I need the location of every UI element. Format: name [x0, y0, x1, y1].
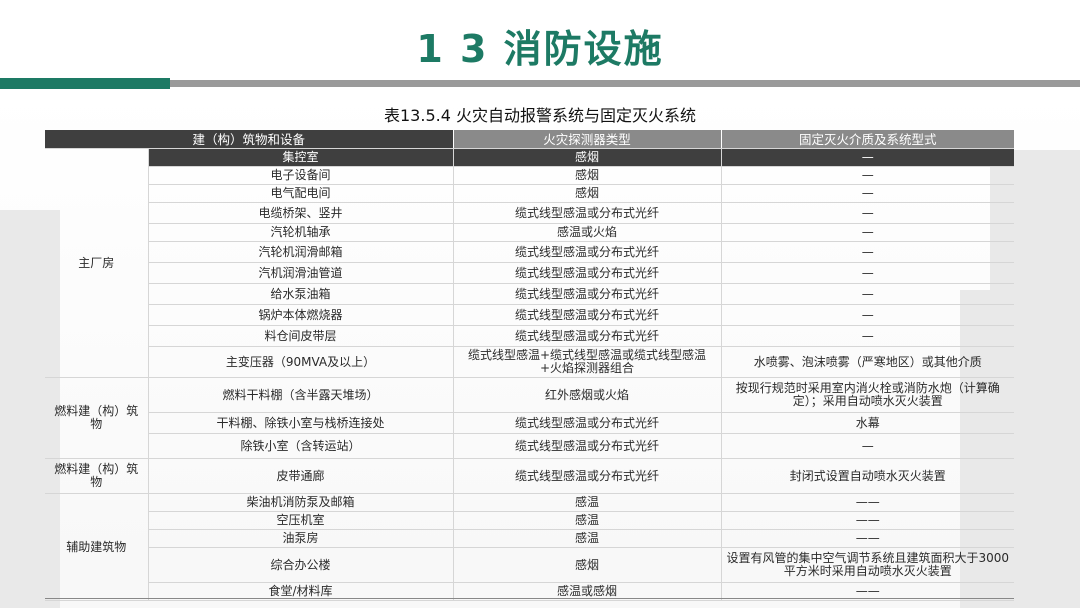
- cell-detector: 感烟: [452, 547, 722, 583]
- table-row: 给水泵油箱 缆式线型感温或分布式光纤 —: [45, 283, 1015, 305]
- cell-extinguishing: —: [720, 166, 1015, 185]
- cell-detector: 缆式线型感温或分布式光纤: [452, 283, 722, 305]
- table-row: 除铁小室（含转运站） 缆式线型感温或分布式光纤 —: [45, 433, 1015, 459]
- cell-extinguishing: —: [720, 184, 1015, 203]
- cell-detector: 缆式线型感温+缆式线型感温或缆式线型感温+火焰探测器组合: [452, 346, 722, 378]
- cell-detector: 缆式线型感温或分布式光纤: [452, 458, 722, 494]
- table-row: 干料棚、除铁小室与栈桥连接处 缆式线型感温或分布式光纤 水幕: [45, 412, 1015, 434]
- table-row: 主厂房 集控室 感烟 —: [45, 148, 1015, 378]
- cell-extinguishing: 按现行规范时采用室内消火栓或消防水炮（计算确定）；采用自动喷水灭火装置: [720, 377, 1015, 413]
- cell-detector: 感烟: [452, 148, 722, 167]
- cell-building: 柴油机消防泵及邮箱: [148, 493, 454, 512]
- table-row: 空压机室 感温 ——: [45, 511, 1015, 530]
- title-divider-bar: [170, 80, 1080, 87]
- cell-building: 电缆桥架、竖井: [148, 202, 454, 224]
- cell-building: 除铁小室（含转运站）: [148, 433, 454, 459]
- cell-building: 锅炉本体燃烧器: [148, 304, 454, 326]
- group-label: 主厂房: [45, 148, 149, 378]
- header-building: 建（构）筑物和设备: [45, 130, 454, 149]
- cell-detector: 感温: [452, 511, 722, 530]
- cell-detector: 感温或火焰: [452, 223, 722, 242]
- group-label: 辅助建筑物: [45, 493, 149, 601]
- table-row: 主变压器（90MVA及以上） 缆式线型感温+缆式线型感温或缆式线型感温+火焰探测…: [45, 346, 1015, 378]
- cell-building: 燃料干料棚（含半露天堆场）: [148, 377, 454, 413]
- cell-extinguishing: ——: [720, 493, 1015, 512]
- table-row: 燃料建（构）筑物 燃料干料棚（含半露天堆场） 红外感烟或火焰 按现行规范时采用室…: [45, 377, 1015, 459]
- cell-extinguishing: —: [720, 325, 1015, 347]
- cell-extinguishing: —: [720, 148, 1015, 167]
- table-row: 汽轮机轴承 感温或火焰 —: [45, 223, 1015, 242]
- cell-extinguishing: 水幕: [720, 412, 1015, 434]
- table-row: 辅助建筑物 柴油机消防泵及邮箱 感温 ——: [45, 493, 1015, 601]
- group-label: 燃料建（构）筑物: [45, 458, 149, 494]
- cell-detector: 缆式线型感温或分布式光纤: [452, 262, 722, 284]
- fire-protection-table: 建（构）筑物和设备 火灾探测器类型 固定灭火介质及系统型式 主厂房 集控室 感烟…: [45, 130, 1015, 601]
- cell-extinguishing: 设置有风管的集中空气调节系统且建筑面积大于3000平方米时采用自动喷水灭火装置: [720, 547, 1015, 583]
- table-row: 综合办公楼 感烟 设置有风管的集中空气调节系统且建筑面积大于3000平方米时采用…: [45, 547, 1015, 583]
- cell-detector: 缆式线型感温或分布式光纤: [452, 241, 722, 263]
- cell-building: 汽机润滑油管道: [148, 262, 454, 284]
- table-row: 汽机润滑油管道 缆式线型感温或分布式光纤 —: [45, 262, 1015, 284]
- cell-building: 汽轮机润滑邮箱: [148, 241, 454, 263]
- cell-extinguishing: —: [720, 202, 1015, 224]
- cell-building: 油泵房: [148, 529, 454, 548]
- header-detector-type: 火灾探测器类型: [452, 130, 722, 149]
- cell-extinguishing: —: [720, 223, 1015, 242]
- cell-building: 集控室: [148, 148, 454, 167]
- cell-detector: 缆式线型感温或分布式光纤: [452, 433, 722, 459]
- cell-building: 电子设备间: [148, 166, 454, 185]
- table-row: 电气配电间 感烟 —: [45, 184, 1015, 203]
- group-label: 燃料建（构）筑物: [45, 377, 149, 459]
- cell-extinguishing: ——: [720, 511, 1015, 530]
- table-row: 油泵房 感温 ——: [45, 529, 1015, 548]
- cell-detector: 缆式线型感温或分布式光纤: [452, 325, 722, 347]
- cell-extinguishing: —: [720, 241, 1015, 263]
- header-extinguishing: 固定灭火介质及系统型式: [720, 130, 1015, 149]
- cell-extinguishing: —: [720, 433, 1015, 459]
- cell-detector: 感温: [452, 493, 722, 512]
- cell-building: 电气配电间: [148, 184, 454, 203]
- table-row: 锅炉本体燃烧器 缆式线型感温或分布式光纤 —: [45, 304, 1015, 326]
- cell-detector: 感烟: [452, 184, 722, 203]
- table-row: 汽轮机润滑邮箱 缆式线型感温或分布式光纤 —: [45, 241, 1015, 263]
- cell-detector: 缆式线型感温或分布式光纤: [452, 304, 722, 326]
- cell-building: 综合办公楼: [148, 547, 454, 583]
- cell-detector: 缆式线型感温或分布式光纤: [452, 202, 722, 224]
- cell-detector: 缆式线型感温或分布式光纤: [452, 412, 722, 434]
- cell-building: 汽轮机轴承: [148, 223, 454, 242]
- cell-building: 主变压器（90MVA及以上）: [148, 346, 454, 378]
- cell-building: 给水泵油箱: [148, 283, 454, 305]
- cell-extinguishing: —: [720, 262, 1015, 284]
- table-bottom-rule: [45, 598, 1014, 599]
- title-accent-bar: [0, 78, 170, 89]
- cell-building: 皮带通廊: [148, 458, 454, 494]
- cell-detector: 感温: [452, 529, 722, 548]
- cell-extinguishing: ——: [720, 529, 1015, 548]
- cell-detector: 红外感烟或火焰: [452, 377, 722, 413]
- cell-building: 干料棚、除铁小室与栈桥连接处: [148, 412, 454, 434]
- cell-building: 料仓间皮带层: [148, 325, 454, 347]
- table-row: 燃料建（构）筑物 皮带通廊 缆式线型感温或分布式光纤 封闭式设置自动喷水灭火装置: [45, 458, 1015, 494]
- cell-detector: 感烟: [452, 166, 722, 185]
- table-caption: 表13.5.4 火灾自动报警系统与固定灭火系统: [384, 106, 696, 125]
- table-row: 料仓间皮带层 缆式线型感温或分布式光纤 —: [45, 325, 1015, 347]
- cell-extinguishing: —: [720, 283, 1015, 305]
- cell-extinguishing: —: [720, 304, 1015, 326]
- table-row: 电子设备间 感烟 —: [45, 166, 1015, 185]
- cell-extinguishing: 水喷雾、泡沫喷雾（严寒地区）或其他介质: [720, 346, 1015, 378]
- table-header-row: 建（构）筑物和设备 火灾探测器类型 固定灭火介质及系统型式: [45, 130, 1015, 149]
- cell-building: 空压机室: [148, 511, 454, 530]
- cell-extinguishing: 封闭式设置自动喷水灭火装置: [720, 458, 1015, 494]
- table-row: 电缆桥架、竖井 缆式线型感温或分布式光纤 —: [45, 202, 1015, 224]
- slide-title: 1 3 消防设施: [416, 27, 664, 71]
